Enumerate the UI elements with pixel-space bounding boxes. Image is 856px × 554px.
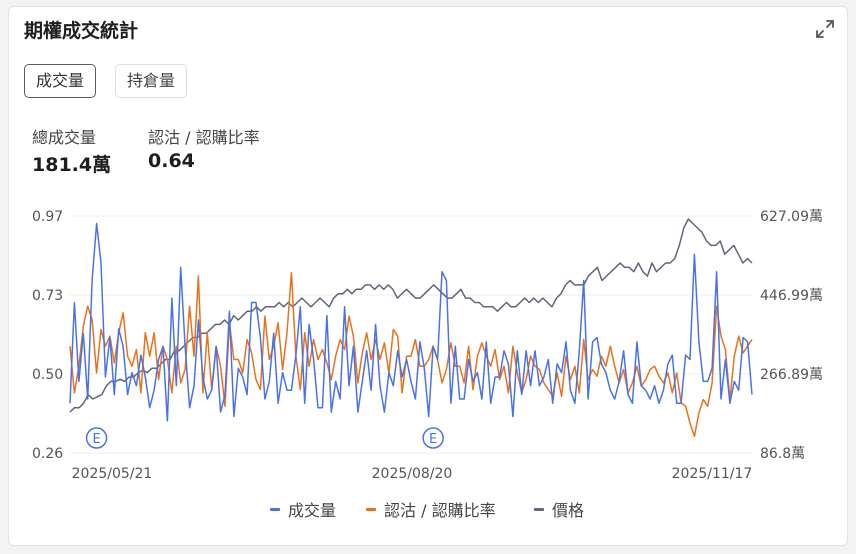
y-right-tick-label: 446.99萬 — [760, 288, 823, 304]
y-right-tick-label: 627.09萬 — [760, 209, 823, 225]
legend-item-price: 價格 — [534, 497, 584, 521]
legend-label-price: 價格 — [552, 501, 585, 520]
y-left-tick-label: 0.50 — [32, 367, 63, 383]
legend-item-ratio: 認沽 / 認購比率 — [366, 497, 496, 521]
y-right-tick-label: 86.8萬 — [760, 446, 805, 462]
legend-swatch-volume — [270, 507, 280, 511]
legend-swatch-ratio — [366, 507, 376, 511]
legend-label-ratio: 認沽 / 認購比率 — [384, 501, 496, 520]
event-marker-label: E — [92, 432, 100, 447]
chart-area: 0.97 0.73 0.50 0.26 627.09萬 446.99萬 266.89萬 86.… — [32, 209, 823, 482]
legend-item-volume: 成交量 — [270, 497, 336, 521]
legend-swatch-price — [534, 507, 544, 511]
x-tick-label: 2025/05/21 — [72, 466, 153, 482]
y-left-tick-label: 0.73 — [32, 288, 63, 304]
x-tick-label: 2025/11/17 — [672, 466, 753, 482]
x-tick-label: 2025/08/20 — [372, 466, 453, 482]
legend-label-volume: 成交量 — [288, 501, 337, 520]
y-right-tick-label: 266.89萬 — [760, 367, 823, 383]
y-left-tick-label: 0.97 — [32, 209, 63, 225]
event-marker-label: E — [429, 432, 437, 447]
y-left-tick-label: 0.26 — [32, 446, 63, 462]
